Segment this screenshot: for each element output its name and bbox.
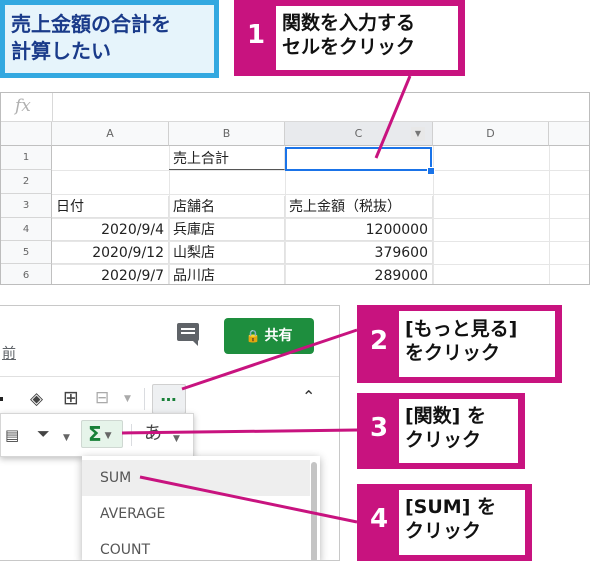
leader-line-3	[121, 428, 358, 435]
leader-lines	[121, 75, 412, 524]
leader-line-1	[374, 75, 412, 159]
leader-line-4	[139, 475, 358, 524]
leader-line-2	[181, 328, 358, 391]
